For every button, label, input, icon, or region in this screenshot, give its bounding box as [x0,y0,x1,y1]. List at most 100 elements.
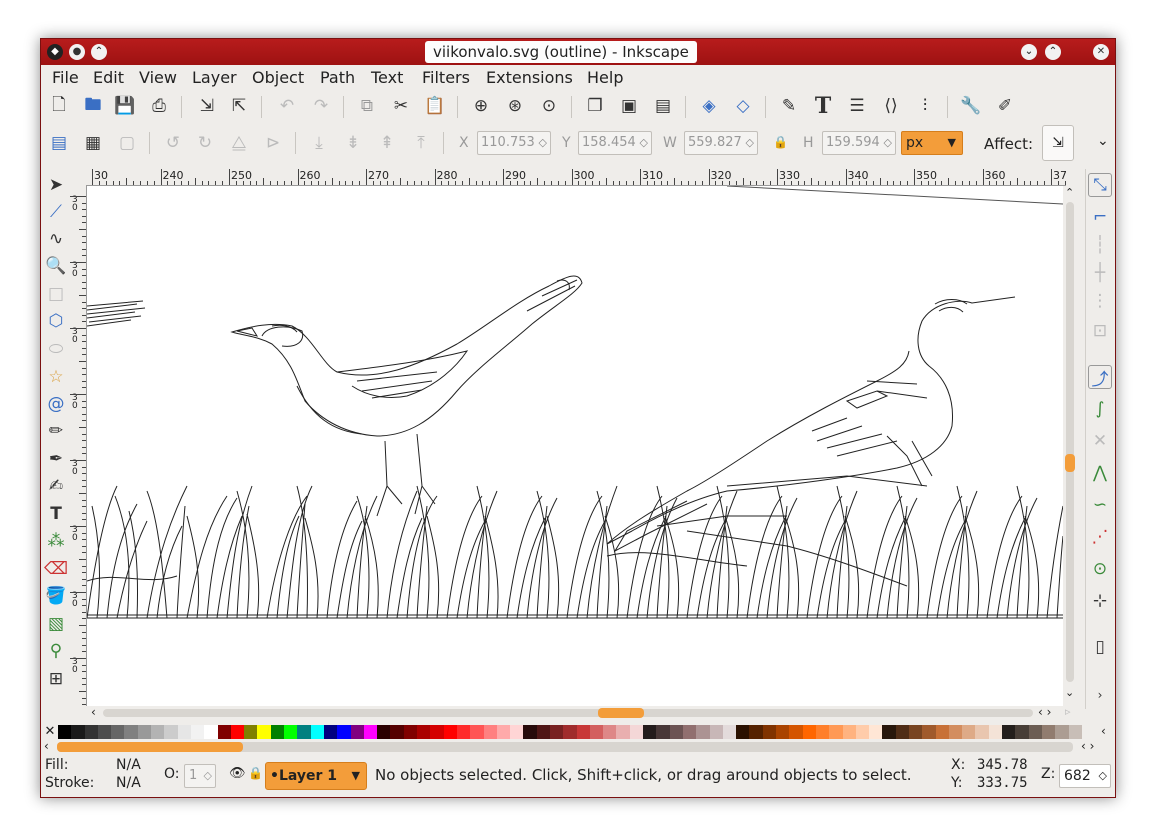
app-menu-icon[interactable]: ◆ [47,44,63,60]
color-swatch[interactable] [204,725,218,739]
ellipse-tool-icon[interactable]: ⬭ [44,337,68,361]
menu-file[interactable]: File [52,68,79,87]
color-swatch[interactable] [842,725,856,739]
menu-layer[interactable]: Layer [192,68,237,87]
color-swatch[interactable] [523,725,537,739]
select-all-icon[interactable]: ▤ [47,131,71,155]
affect-stroke-toggle[interactable]: ⇲ [1042,125,1074,161]
menu-help[interactable]: Help [587,68,623,87]
zoom-selection-icon[interactable]: ⊕ [469,94,493,118]
snap-bbox-edges-icon[interactable]: ┆ [1088,233,1112,257]
color-swatch[interactable] [616,725,630,739]
snap-bbox-corners-icon[interactable]: ┼ [1088,261,1112,285]
color-swatch[interactable] [988,725,1003,739]
document-properties-icon[interactable]: ✐ [993,94,1017,118]
color-swatch[interactable] [124,725,138,739]
color-swatch[interactable] [430,725,444,739]
spiral-tool-icon[interactable]: @ [44,392,68,416]
unlink-clone-icon[interactable]: ▤ [651,94,675,118]
color-swatch[interactable] [310,725,324,739]
color-swatch[interactable] [603,725,617,739]
spin-icon[interactable]: ◇ [539,132,547,154]
color-swatch[interactable] [682,725,697,739]
rotate-cw-icon[interactable]: ↻ [193,131,217,155]
dropper-tool-icon[interactable]: ⚲ [44,639,68,663]
color-swatch[interactable] [403,725,418,739]
color-swatch[interactable] [749,725,763,739]
shade-icon[interactable]: ⌃ [91,44,107,60]
paste-icon[interactable]: 📋 [423,94,447,118]
paint-bucket-tool-icon[interactable]: 🪣 [44,584,68,608]
color-swatch[interactable] [975,725,989,739]
text-tool-icon[interactable]: T [44,502,68,526]
snap-toggle-icon[interactable]: ⤡ [1088,173,1112,197]
layer-lock-icon[interactable]: 🔒 [248,766,263,780]
connector-tool-icon[interactable]: ⊞ [44,667,68,691]
align-distribute-icon[interactable]: ⫶ [913,94,937,118]
color-swatch[interactable] [257,725,271,739]
menu-object[interactable]: Object [252,68,304,87]
horizontal-scroll-thumb[interactable] [598,708,644,718]
copy-icon[interactable]: ⧉ [355,94,379,118]
raise-top-icon[interactable]: ⤒ [409,131,433,155]
color-swatch[interactable] [722,725,737,739]
color-swatch[interactable] [230,725,245,739]
color-swatch[interactable] [536,725,550,739]
menu-filters[interactable]: Filters [422,68,470,87]
color-swatch[interactable] [829,725,843,739]
color-swatch[interactable] [1028,725,1042,739]
color-swatch[interactable] [1041,725,1056,739]
flip-vertical-icon[interactable]: ⊳ [261,131,285,155]
import-icon[interactable]: ⇲ [195,94,219,118]
color-swatch[interactable] [510,725,524,739]
color-swatch[interactable] [270,725,285,739]
color-swatch[interactable] [417,725,431,739]
snap-page-border-icon[interactable]: ▯ [1088,635,1112,659]
scroll-left-icon[interactable]: ‹ [91,705,96,719]
color-swatch[interactable] [789,725,803,739]
color-swatch[interactable] [377,725,391,739]
color-swatch[interactable] [776,725,790,739]
xml-editor-icon[interactable]: ⟨⟩ [879,94,903,118]
palette-scroll-left-icon[interactable]: ‹ [44,739,49,753]
color-swatch[interactable] [935,725,949,739]
palette-scroll-right-icon[interactable]: ‹ › [1081,739,1094,753]
color-swatch[interactable] [855,725,870,739]
print-icon[interactable]: ⎙ [147,94,171,118]
color-swatch[interactable] [922,725,936,739]
spin-icon[interactable]: ◇ [746,132,754,154]
calligraphy-tool-icon[interactable]: ✍ [44,474,68,498]
color-swatch[interactable] [137,725,152,739]
color-swatch[interactable] [58,725,72,739]
clone-icon[interactable]: ▣ [617,94,641,118]
palette-scrollbar[interactable]: ‹ ‹ › [41,739,1115,754]
vertical-scroll-thumb[interactable] [1065,454,1075,472]
fill-value[interactable]: N/A [116,757,141,773]
no-paint-icon[interactable]: ✕ [43,724,57,740]
group-icon[interactable]: ◈ [697,94,721,118]
select-all-layers-icon[interactable]: ▦ [81,131,105,155]
cut-icon[interactable]: ✂ [389,94,413,118]
lower-icon[interactable]: ⇟ [341,131,365,155]
color-swatch[interactable] [297,725,311,739]
color-swatch[interactable] [217,725,231,739]
menu-view[interactable]: View [139,68,177,87]
layers-icon[interactable]: ☰ [845,94,869,118]
fill-stroke-icon[interactable]: ✎ [777,94,801,118]
redo-icon[interactable]: ↷ [309,94,333,118]
snap-paths-icon[interactable]: ∫ [1088,397,1112,421]
color-swatch[interactable] [815,725,830,739]
undo-icon[interactable]: ↶ [275,94,299,118]
color-swatch[interactable] [456,725,471,739]
duplicate-icon[interactable]: ❐ [583,94,607,118]
minimize-icon[interactable]: ⌄ [1021,44,1037,60]
zoom-tool-icon[interactable]: 🔍 [44,254,68,278]
lock-icon[interactable]: 🔒 [773,135,788,149]
color-swatch[interactable] [284,725,298,739]
snap-overflow-icon[interactable]: › [1088,683,1112,707]
snap-intersections-icon[interactable]: ✕ [1088,429,1112,453]
zoom-page-icon[interactable]: ⊙ [537,94,561,118]
color-swatch[interactable] [709,725,723,739]
pen-tool-icon[interactable]: ✒ [44,447,68,471]
lower-bottom-icon[interactable]: ⤓ [307,131,331,155]
